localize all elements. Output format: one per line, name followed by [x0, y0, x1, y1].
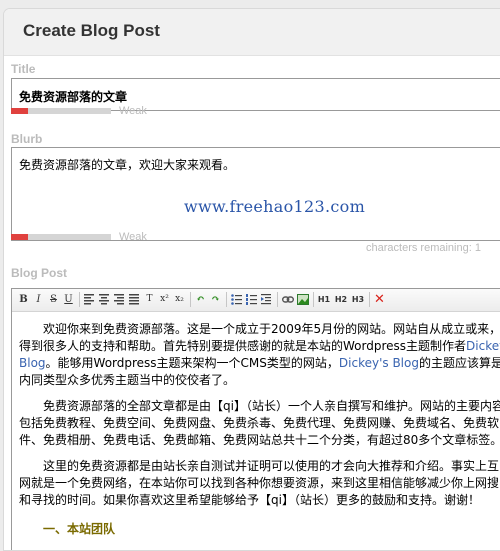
heading1-button[interactable]: H1 — [316, 292, 332, 307]
paragraph: 这里的免费资源都是由站长亲自测试并证明可以使用的才会向大推荐和介绍。事实上互 网… — [19, 459, 500, 507]
heading2-button[interactable]: H2 — [333, 292, 349, 307]
bold-button[interactable]: B — [17, 292, 30, 307]
link-icon[interactable] — [281, 292, 294, 307]
create-post-panel: Create Blog Post Title 免费资源部落的文章 Weak Bl… — [3, 8, 500, 551]
paragraph: 欢迎你来到免费资源部落。这是一个成立于2009年5月份的网站。网站自从成立或来，… — [19, 321, 500, 389]
blog-post-label: Blog Post — [11, 266, 67, 280]
image-icon[interactable] — [296, 292, 309, 307]
align-center-icon[interactable] — [98, 292, 111, 307]
blurb-strength-label: Weak — [119, 231, 147, 243]
undo-icon[interactable]: ↶ — [194, 292, 207, 307]
toolbar-divider — [277, 292, 278, 307]
dickeys-blog-link[interactable]: Dickey's Blog — [339, 356, 419, 370]
editor-toolbar: B I S U T x² x₂ ↶ ↷ H1 H2 H3 ✕ — [12, 289, 500, 312]
remove-icon[interactable]: ✕ — [373, 292, 386, 307]
align-left-icon[interactable] — [83, 292, 96, 307]
toolbar-divider — [313, 292, 314, 307]
toolbar-divider — [226, 292, 227, 307]
heading3-button[interactable]: H3 — [350, 292, 366, 307]
blurb-strength-fill — [11, 234, 28, 240]
bullet-list-icon[interactable] — [230, 292, 243, 307]
justify-icon[interactable] — [128, 292, 141, 307]
title-input[interactable]: 免费资源部落的文章 — [11, 78, 500, 111]
strikethrough-button[interactable]: S — [47, 292, 60, 307]
dickey-link[interactable]: Dickey — [466, 339, 500, 353]
blurb-strength-meter — [11, 234, 111, 240]
align-right-icon[interactable] — [113, 292, 126, 307]
subscript-button[interactable]: x₂ — [173, 292, 186, 307]
redo-icon[interactable]: ↷ — [209, 292, 222, 307]
superscript-button[interactable]: x² — [158, 292, 171, 307]
editor-content[interactable]: 欢迎你来到免费资源部落。这是一个成立于2009年5月份的网站。网站自从成立或来，… — [19, 321, 500, 538]
toolbar-divider — [190, 292, 191, 307]
toolbar-divider — [369, 292, 370, 307]
page-title: Create Blog Post — [23, 21, 160, 40]
rich-text-editor[interactable]: B I S U T x² x₂ ↶ ↷ H1 H2 H3 ✕ 欢迎你来到免费资源… — [11, 288, 500, 550]
panel-header: Create Blog Post — [4, 9, 500, 56]
section-heading: 一、本站团队 — [43, 522, 116, 536]
blurb-text: 免费资源部落的文章，欢迎大家来观看。 — [19, 158, 236, 172]
numbered-list-icon[interactable] — [245, 292, 258, 307]
title-strength-meter — [11, 108, 111, 114]
toolbar-divider — [79, 292, 80, 307]
watermark-url: www.freehao123.com — [184, 197, 366, 216]
title-label: Title — [11, 62, 36, 76]
blurb-label: Blurb — [11, 132, 43, 146]
title-strength-label: Weak — [119, 105, 147, 117]
paragraph: 免费资源部落的全部文章都是由【qi】（站长）一个人亲自撰写和维护。网站的主要内容… — [19, 399, 500, 447]
title-strength-fill — [11, 108, 28, 114]
italic-button[interactable]: I — [32, 292, 45, 307]
blurb-textarea[interactable]: 免费资源部落的文章，欢迎大家来观看。 www.freehao123.com — [11, 147, 500, 241]
clear-format-icon[interactable]: T — [143, 292, 156, 307]
blog-link[interactable]: Blog — [19, 356, 46, 370]
characters-remaining: characters remaining: 1 — [366, 242, 481, 254]
underline-button[interactable]: U — [62, 292, 75, 307]
outdent-icon[interactable] — [260, 292, 273, 307]
